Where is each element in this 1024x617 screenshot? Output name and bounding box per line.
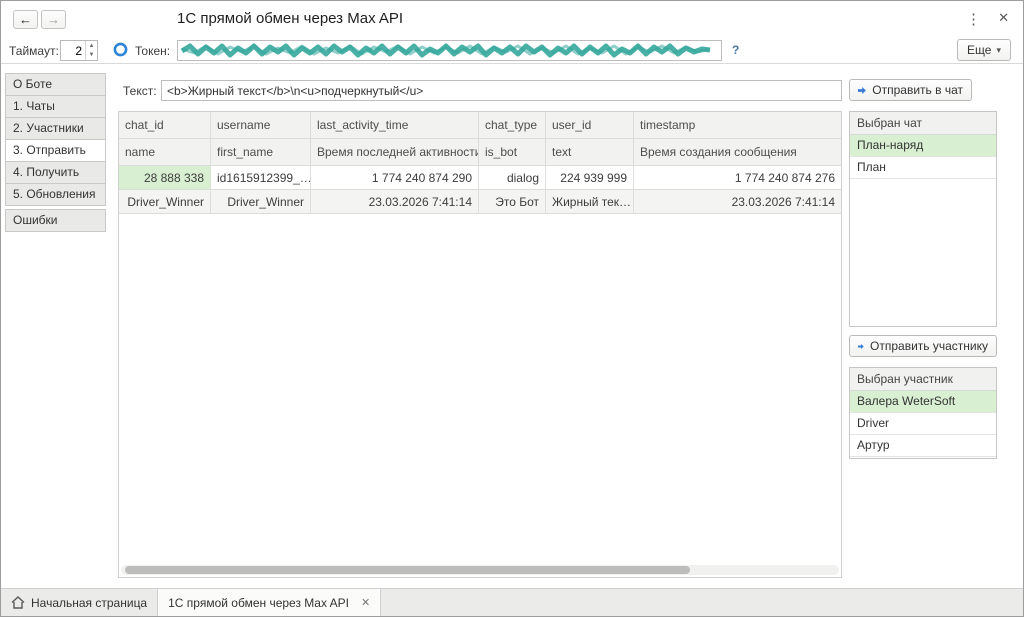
member-list-item[interactable]: Driver <box>850 413 996 435</box>
sidebar-item-chats[interactable]: 1. Чаты <box>5 95 106 118</box>
active-tab-label: 1С прямой обмен через Max API <box>168 595 349 610</box>
horizontal-scrollbar[interactable] <box>121 565 839 575</box>
chat-list-header: Выбран чат <box>850 112 996 135</box>
table-cell[interactable]: Это Бот <box>479 190 546 214</box>
window-menu-button[interactable]: ⋮ <box>966 10 981 28</box>
column-header[interactable]: is_bot <box>479 139 546 166</box>
more-button[interactable]: Еще ▾ <box>957 39 1011 61</box>
member-list-item[interactable]: Артур <box>850 435 996 457</box>
table-cell[interactable]: dialog <box>479 166 546 190</box>
column-header[interactable]: text <box>546 139 634 166</box>
spin-down-icon[interactable]: ▼ <box>86 51 97 61</box>
column-header[interactable]: user_id <box>546 112 634 139</box>
message-text-input[interactable] <box>161 80 842 101</box>
forward-button[interactable]: → <box>41 10 66 29</box>
table-cell[interactable]: 23.03.2026 7:41:14 <box>634 190 841 214</box>
page-title: 1С прямой обмен через Max API <box>177 10 404 27</box>
sidebar-item-send[interactable]: 3. Отправить <box>5 139 106 162</box>
active-document-tab[interactable]: 1С прямой обмен через Max API ✕ <box>158 589 382 616</box>
timeout-label: Таймаут: <box>9 44 59 58</box>
column-header[interactable]: chat_type <box>479 112 546 139</box>
sidebar-item-members[interactable]: 2. Участники <box>5 117 106 140</box>
close-icon: ✕ <box>998 10 1009 25</box>
text-label: Текст: <box>123 84 157 98</box>
send-arrow-icon <box>858 343 864 349</box>
member-list-item[interactable]: Валера WeterSoft <box>850 391 996 413</box>
column-header[interactable]: Время создания сообщения <box>634 139 841 166</box>
horizontal-scrollbar-thumb[interactable] <box>125 566 690 574</box>
sidebar-item-errors[interactable]: Ошибки <box>5 209 106 232</box>
send-to-chat-button[interactable]: Отправить в чат <box>849 79 972 101</box>
send-arrow-icon <box>858 86 866 94</box>
token-label: Токен: <box>135 44 171 58</box>
more-button-label: Еще <box>967 43 992 57</box>
app-window: ← → 1С прямой обмен через Max API ⋮ ✕ Та… <box>0 0 1024 617</box>
chat-list: Выбран чат План-наряд План <box>849 111 997 327</box>
timeout-spin-buttons: ▲ ▼ <box>85 41 97 60</box>
taskbar: Начальная страница 1С прямой обмен через… <box>1 588 1023 616</box>
column-header[interactable]: chat_id <box>119 112 211 139</box>
back-button[interactable]: ← <box>13 10 38 29</box>
table-cell[interactable]: id1615912399_… <box>211 166 311 190</box>
sidebar-item-receive[interactable]: 4. Получить <box>5 161 106 184</box>
sidebar: О Боте 1. Чаты 2. Участники 3. Отправить… <box>5 73 106 232</box>
table-cell[interactable]: 1 774 240 874 290 <box>311 166 479 190</box>
send-to-member-button[interactable]: Отправить участнику <box>849 335 997 357</box>
table-cell[interactable]: 224 939 999 <box>546 166 634 190</box>
column-header[interactable]: last_activity_time <box>311 112 479 139</box>
token-input[interactable] <box>177 40 722 61</box>
member-list: Выбран участник Валера WeterSoft Driver … <box>849 367 997 459</box>
chevron-down-icon: ▾ <box>996 44 1001 55</box>
column-header[interactable]: name <box>119 139 211 166</box>
forward-arrow-icon: → <box>47 12 60 27</box>
table-cell[interactable]: Жирный тек… <box>546 190 634 214</box>
timeout-stepper[interactable]: ▲ ▼ <box>60 40 98 61</box>
chat-list-item[interactable]: План <box>850 157 996 179</box>
token-redacted-scribble <box>180 43 711 58</box>
tab-close-icon[interactable]: ✕ <box>361 596 370 609</box>
send-to-chat-label: Отправить в чат <box>872 83 963 97</box>
home-tab[interactable]: Начальная страница <box>1 589 159 616</box>
sidebar-item-updates[interactable]: 5. Обновления <box>5 183 106 206</box>
home-icon <box>11 596 25 609</box>
kebab-icon: ⋮ <box>966 11 981 28</box>
table-cell[interactable]: 28 888 338 <box>119 166 211 190</box>
column-header[interactable]: timestamp <box>634 112 841 139</box>
table-cell[interactable]: 23.03.2026 7:41:14 <box>311 190 479 214</box>
table-cell[interactable]: 1 774 240 874 276 <box>634 166 841 190</box>
back-arrow-icon: ← <box>19 12 32 27</box>
member-list-header: Выбран участник <box>850 368 996 391</box>
toolbar-divider <box>1 63 1023 64</box>
results-table: chat_id username last_activity_time chat… <box>118 111 842 578</box>
timeout-input[interactable] <box>61 41 85 60</box>
column-header[interactable]: username <box>211 112 311 139</box>
column-header[interactable]: first_name <box>211 139 311 166</box>
chat-list-item[interactable]: План-наряд <box>850 135 996 157</box>
help-link[interactable]: ? <box>732 43 739 57</box>
spin-up-icon[interactable]: ▲ <box>86 41 97 51</box>
send-to-member-label: Отправить участнику <box>870 339 988 353</box>
sidebar-item-about-bot[interactable]: О Боте <box>5 73 106 96</box>
window-close-button[interactable]: ✕ <box>998 10 1009 26</box>
max-messenger-icon <box>113 42 128 57</box>
home-tab-label: Начальная страница <box>31 595 148 610</box>
column-header[interactable]: Время последней активности <box>311 139 479 166</box>
table-cell[interactable]: Driver_Winner <box>211 190 311 214</box>
table-cell[interactable]: Driver_Winner <box>119 190 211 214</box>
